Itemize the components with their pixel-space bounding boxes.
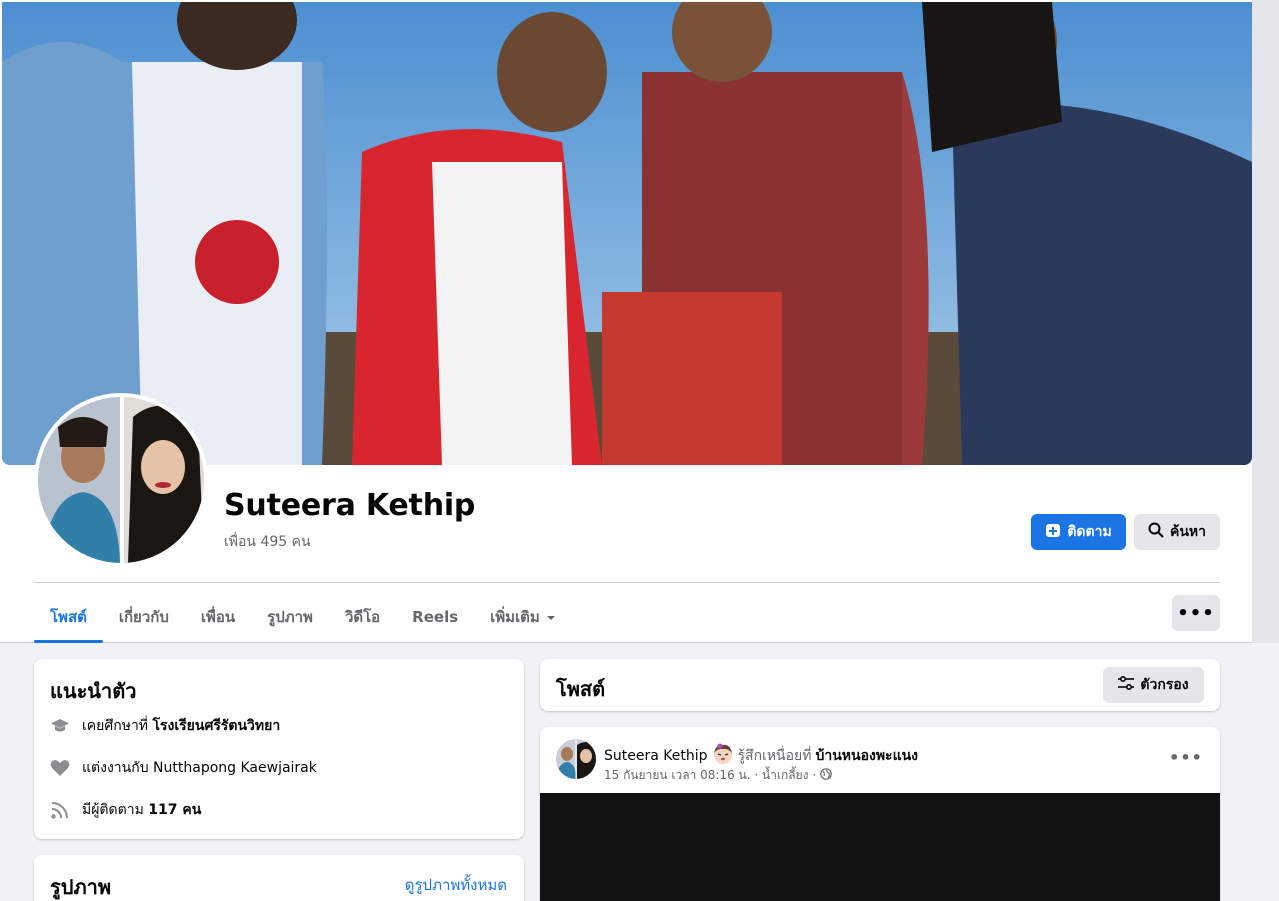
globe-icon (820, 768, 832, 783)
chevron-down-icon (546, 608, 556, 626)
tab-videos[interactable]: วิดีโอ (329, 590, 396, 643)
followers-link[interactable]: 117 คน (148, 802, 201, 818)
profile-tabs: โพสต์ เกี่ยวกับ เพื่อน รูปภาพ วิดีโอ Ree… (34, 590, 572, 643)
scroll-area (1252, 0, 1279, 643)
profile-picture[interactable] (34, 393, 208, 567)
posts-header-card: โพสต์ ตัวกรอง (540, 659, 1220, 711)
tab-friends[interactable]: เพื่อน (185, 590, 251, 643)
search-icon (1148, 522, 1164, 542)
more-options-button[interactable]: ••• (1172, 595, 1220, 631)
intro-followers: มีผู้ติดตาม 117 คน (50, 799, 201, 821)
post-card: Suteera Kethip รู้สึกเหนื่อยที่ บ้านหนอง… (540, 727, 1220, 901)
intro-title: แนะนำตัว (50, 679, 137, 703)
rss-icon (50, 800, 70, 820)
see-all-photos-link[interactable]: ดูรูปภาพทั้งหมด (405, 873, 507, 897)
follow-icon (1045, 522, 1061, 542)
tab-posts[interactable]: โพสต์ (34, 590, 103, 643)
intro-relationship: แต่งงานกับ Nutthapong Kaewjairak (50, 757, 317, 779)
post-media[interactable] (540, 793, 1220, 901)
intro-prefix: มีผู้ติดตาม (82, 802, 149, 818)
tab-about[interactable]: เกี่ยวกับ (103, 590, 185, 643)
photos-title: รูปภาพ (50, 875, 112, 899)
heart-icon (50, 758, 70, 778)
tab-label: เพิ่มเติม (490, 607, 540, 626)
tab-more[interactable]: เพิ่มเติม (474, 590, 572, 643)
post-author-name[interactable]: Suteera Kethip (604, 748, 708, 764)
tab-label: รูปภาพ (267, 607, 313, 626)
tab-reels[interactable]: Reels (396, 590, 474, 643)
intro-education-text: เคยศึกษาที่ โรงเรียนศรีรัตนวิทยา (82, 715, 280, 737)
profile-name: Suteera Kethip (224, 488, 476, 523)
follow-button[interactable]: ติดตาม (1031, 514, 1126, 550)
friend-count[interactable]: เพื่อน 495 คน (224, 531, 311, 553)
school-link[interactable]: โรงเรียนศรีรัตนวิทยา (153, 718, 281, 734)
header-divider (34, 582, 1220, 583)
search-button[interactable]: ค้นหา (1134, 514, 1220, 550)
tab-label: เกี่ยวกับ (118, 607, 169, 626)
intro-relationship-text: แต่งงานกับ Nutthapong Kaewjairak (82, 757, 317, 779)
filter-label: ตัวกรอง (1140, 677, 1189, 693)
intro-education: เคยศึกษาที่ โรงเรียนศรีรัตนวิทยา (50, 715, 280, 737)
tab-label: เพื่อน (200, 607, 236, 626)
search-label: ค้นหา (1169, 524, 1207, 540)
follow-label: ติดตาม (1067, 524, 1112, 540)
intro-prefix: แต่งงานกับ (82, 760, 154, 776)
post-options-button[interactable]: ••• (1169, 743, 1203, 771)
intro-card: แนะนำตัว เคยศึกษาที่ โรงเรียนศรีรัตนวิทย… (34, 659, 524, 839)
post-timestamp[interactable]: 15 กันยายน เวลา 08:16 น. · น้ำเกลี้ยง · (604, 766, 816, 785)
post-feeling: รู้สึกเหนื่อยที่ (737, 748, 812, 764)
post-author-avatar[interactable] (556, 739, 596, 779)
intro-prefix: เคยศึกษาที่ (82, 718, 153, 734)
photos-card: รูปภาพ ดูรูปภาพทั้งหมด (34, 855, 524, 901)
filter-button[interactable]: ตัวกรอง (1103, 667, 1204, 703)
filter-icon (1118, 675, 1135, 694)
tab-photos[interactable]: รูปภาพ (251, 590, 329, 643)
spouse-link[interactable]: Nutthapong Kaewjairak (153, 760, 317, 776)
post-options-dots: ••• (1169, 747, 1203, 767)
tab-label: Reels (412, 607, 459, 626)
post-place-link[interactable]: บ้านหนองพะแนง (815, 745, 918, 767)
intro-followers-text: มีผู้ติดตาม 117 คน (82, 799, 201, 821)
tab-label: วิดีโอ (344, 607, 381, 626)
cover-photo[interactable] (2, 2, 1252, 465)
post-meta: 15 กันยายน เวลา 08:16 น. · น้ำเกลี้ยง · (604, 766, 832, 785)
tab-label: โพสต์ (50, 607, 87, 626)
more-dots: ••• (1177, 602, 1215, 624)
posts-title: โพสต์ (556, 677, 606, 701)
education-icon (50, 716, 70, 736)
